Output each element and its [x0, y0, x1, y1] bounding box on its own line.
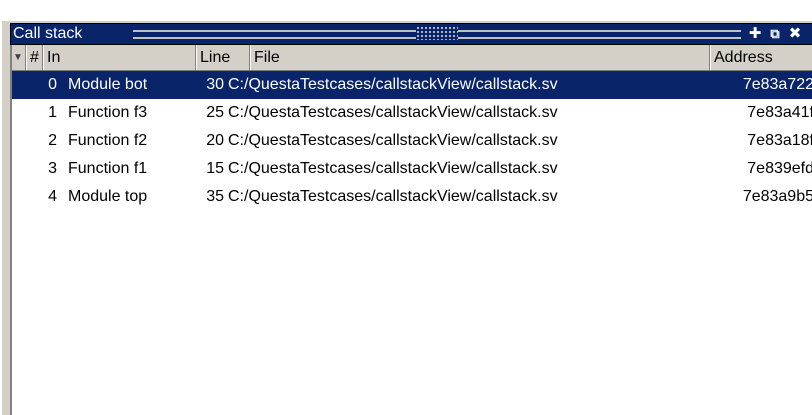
cell-address: 7e83a18f	[747, 132, 812, 149]
table-row[interactable]: 3 Function f1 15 C:/QuestaTestcases/call…	[12, 155, 812, 183]
cell-line: 30	[206, 76, 224, 93]
column-header-line[interactable]: Line	[196, 45, 250, 70]
table-row[interactable]: 2 Function f2 20 C:/QuestaTestcases/call…	[12, 127, 812, 155]
column-header-in[interactable]: In	[43, 45, 196, 70]
cell-address: 7e839efd	[747, 160, 812, 177]
cell-file: C:/QuestaTestcases/callstackView/callsta…	[228, 132, 558, 149]
screenshot-stage: Call stack ✚ ⧉ ✖ ▼ # In Line File Addres…	[0, 0, 812, 415]
column-header-address[interactable]: Address	[710, 45, 812, 70]
column-header-number[interactable]: #	[26, 45, 43, 70]
table-row[interactable]: 0 Module bot 30 C:/QuestaTestcases/calls…	[12, 71, 812, 99]
cell-in: Module top	[68, 188, 148, 205]
cell-in: Function f3	[68, 104, 148, 121]
cell-address: 7e83a722	[742, 76, 812, 93]
cell-in: Module bot	[68, 76, 148, 93]
cropped-heading	[0, 0, 812, 20]
call-stack-table: ▼ # In Line File Address 0 Module bot 30…	[10, 45, 812, 415]
cell-number: 2	[48, 132, 57, 149]
cell-address: 7e83a41f	[747, 104, 812, 121]
undock-icon[interactable]: ⧉	[767, 26, 783, 42]
call-stack-titlebar[interactable]: Call stack ✚ ⧉ ✖	[10, 23, 812, 45]
table-body: 0 Module bot 30 C:/QuestaTestcases/calls…	[12, 71, 812, 211]
cell-address: 7e83a9b5	[742, 188, 812, 205]
table-header: ▼ # In Line File Address	[12, 45, 812, 71]
window-title: Call stack	[13, 25, 83, 42]
column-header-file[interactable]: File	[250, 45, 710, 70]
drag-grip-handle[interactable]	[416, 26, 458, 40]
cell-line: 20	[206, 132, 224, 149]
cell-file: C:/QuestaTestcases/callstackView/callsta…	[228, 104, 558, 121]
table-row[interactable]: 1 Function f3 25 C:/QuestaTestcases/call…	[12, 99, 812, 127]
cell-file: C:/QuestaTestcases/callstackView/callsta…	[228, 160, 558, 177]
cell-line: 15	[206, 160, 224, 177]
cell-in: Function f1	[68, 160, 148, 177]
close-icon[interactable]: ✖	[787, 26, 803, 42]
cell-line: 25	[206, 104, 224, 121]
cell-number: 3	[48, 160, 57, 177]
call-stack-window: Call stack ✚ ⧉ ✖ ▼ # In Line File Addres…	[0, 19, 812, 415]
cell-file: C:/QuestaTestcases/callstackView/callsta…	[228, 76, 558, 93]
plus-icon[interactable]: ✚	[747, 26, 763, 42]
cell-in: Function f2	[68, 132, 148, 149]
cell-line: 35	[206, 188, 224, 205]
cell-file: C:/QuestaTestcases/callstackView/callsta…	[228, 188, 558, 205]
cell-number: 0	[48, 76, 57, 93]
sort-menu-icon[interactable]: ▼	[12, 45, 26, 70]
cell-number: 1	[48, 104, 57, 121]
cell-number: 4	[48, 188, 57, 205]
table-row[interactable]: 4 Module top 35 C:/QuestaTestcases/calls…	[12, 183, 812, 211]
